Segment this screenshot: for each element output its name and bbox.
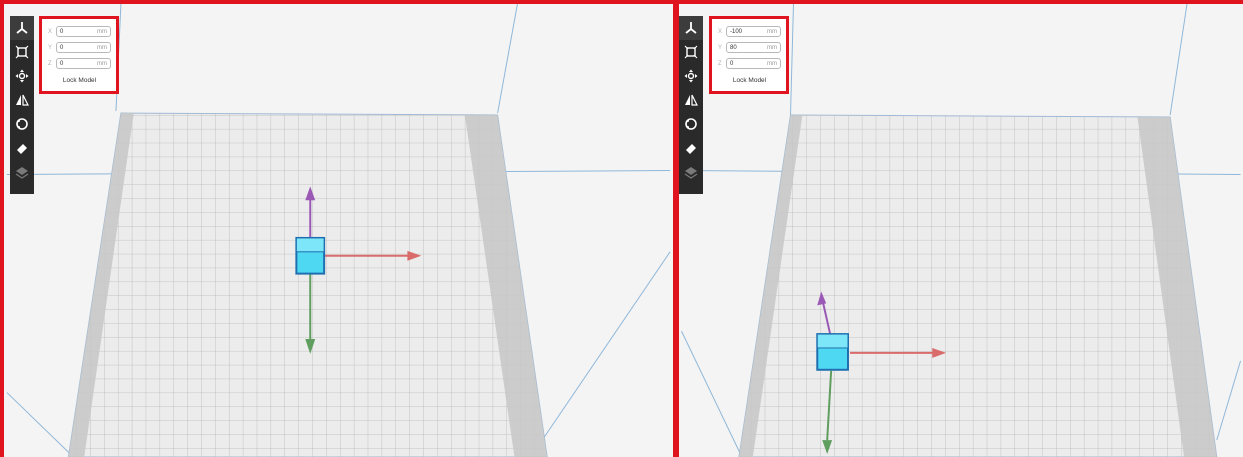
toolbar	[679, 16, 703, 194]
model-cube[interactable]	[816, 333, 849, 371]
scale-tool-button[interactable]	[679, 40, 703, 64]
scale-icon	[15, 45, 29, 59]
eraser-icon	[17, 144, 27, 154]
z-label: Z	[48, 60, 52, 67]
build-volume-edge	[790, 4, 794, 116]
rotate-tool-button[interactable]	[10, 64, 34, 88]
x-row: X 0 mm	[48, 24, 111, 39]
unit-label: mm	[97, 60, 107, 67]
viewport-right[interactable]: X -100 mm Y 80 mm Z 0 mm Lock Model	[676, 0, 1243, 457]
y-value: 0	[60, 44, 64, 51]
lay-flat-tool-button[interactable]	[679, 112, 703, 136]
mirror-tool-button[interactable]	[10, 88, 34, 112]
x-value: 0	[60, 28, 64, 35]
circle-icon	[685, 118, 697, 130]
model-cube[interactable]	[295, 236, 326, 275]
scale-tool-button[interactable]	[10, 40, 34, 64]
move-tool-button[interactable]	[679, 16, 703, 40]
y-value: 80	[730, 44, 737, 51]
unit-label: mm	[97, 44, 107, 51]
circle-icon	[16, 118, 28, 130]
rotate-tool-button[interactable]	[679, 64, 703, 88]
y-label: Y	[48, 44, 53, 51]
move-axes-icon	[685, 22, 697, 34]
scale-icon	[684, 45, 698, 59]
layers-tool-button[interactable]	[679, 160, 703, 184]
build-volume-edge	[681, 330, 742, 456]
z-value: 0	[60, 60, 64, 67]
build-volume-edge	[1216, 360, 1242, 441]
build-volume-edge	[541, 251, 671, 441]
move-tool-button[interactable]	[10, 16, 34, 40]
y-row: Y 0 mm	[48, 40, 111, 55]
layers-tool-button[interactable]	[10, 160, 34, 184]
lock-model-toggle[interactable]: Lock Model	[48, 77, 111, 84]
viewport-left[interactable]: X 0 mm Y 0 mm Z 0 mm Lock Model	[0, 0, 676, 457]
move-axes-icon	[16, 22, 28, 34]
lock-model-toggle[interactable]: Lock Model	[718, 77, 781, 84]
x-value: -100	[730, 28, 743, 35]
x-row: X -100 mm	[718, 24, 781, 39]
mirror-icon	[16, 94, 29, 106]
unit-label: mm	[767, 44, 777, 51]
unit-label: mm	[767, 60, 777, 67]
z-label: Z	[718, 60, 722, 67]
layers-icon	[684, 167, 698, 179]
mirror-icon	[685, 94, 698, 106]
x-position-input[interactable]: 0 mm	[56, 26, 111, 37]
position-panel: X -100 mm Y 80 mm Z 0 mm Lock Model	[709, 16, 789, 94]
z-row: Z 0 mm	[48, 56, 111, 71]
y-position-input[interactable]: 0 mm	[56, 42, 111, 53]
build-volume-edge	[1169, 4, 1188, 116]
layers-icon	[15, 167, 29, 179]
support-tool-button[interactable]	[10, 136, 34, 160]
x-label: X	[48, 28, 53, 35]
z-value: 0	[730, 60, 734, 67]
eraser-icon	[686, 144, 696, 154]
toolbar	[10, 16, 34, 194]
mirror-tool-button[interactable]	[679, 88, 703, 112]
support-tool-button[interactable]	[679, 136, 703, 160]
build-volume-edge	[6, 392, 72, 456]
lay-flat-tool-button[interactable]	[10, 112, 34, 136]
unit-label: mm	[767, 28, 777, 35]
z-position-input[interactable]: 0 mm	[56, 58, 111, 69]
z-position-input[interactable]: 0 mm	[726, 58, 781, 69]
unit-label: mm	[97, 28, 107, 35]
y-position-input[interactable]: 80 mm	[726, 42, 781, 53]
build-volume-edge	[497, 4, 518, 114]
z-row: Z 0 mm	[718, 56, 781, 71]
rotate-icon	[684, 69, 698, 83]
x-position-input[interactable]: -100 mm	[726, 26, 781, 37]
x-label: X	[718, 28, 723, 35]
y-label: Y	[718, 44, 723, 51]
rotate-icon	[15, 69, 29, 83]
position-panel: X 0 mm Y 0 mm Z 0 mm Lock Model	[39, 16, 119, 94]
y-row: Y 80 mm	[718, 40, 781, 55]
